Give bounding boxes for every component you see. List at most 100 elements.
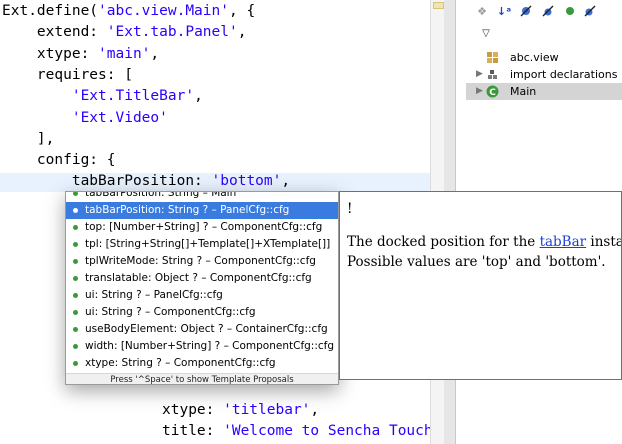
public-member-icon [73,192,78,196]
string-token: 'titlebar' [223,402,311,418]
proposal-label: tpl: [String+String[]+Template[]+XTempla… [85,238,331,250]
proposal-item[interactable]: tabBarPosition: String ? – PanelCfg::cfg [66,202,338,219]
tree-twistie-icon[interactable]: ▶ [476,66,483,83]
code-line[interactable]: requires: [ [2,64,133,86]
proposal-label: top: [Number+String] ? – ComponentCfg::c… [85,221,323,233]
hide-non-public-icon[interactable] [562,4,578,20]
code-line[interactable]: 'Ext.Video' [2,107,168,129]
hide-static-icon[interactable] [540,4,556,20]
code-token: , [194,88,203,105]
proposal-item[interactable]: tabBarPosition: String – Main [66,191,338,202]
proposal-item[interactable]: ui: String ? – ComponentCfg::cfg [66,304,338,321]
view-menu-icon[interactable]: ▽ [478,26,494,42]
hide-fields-icon[interactable] [518,4,534,20]
code-line[interactable]: extend: 'Ext.tab.Panel', [2,21,247,43]
class-icon: C [486,85,499,98]
collapse-all-icon[interactable]: ❖ [474,4,490,20]
string-token: 'Welcome to Sencha Touch 2' [223,423,430,440]
string-token: 'Ext.TitleBar' [71,88,195,105]
string-token: 'Ext.Video' [71,109,168,126]
proposal-label: ui: String ? – ComponentCfg::cfg [85,306,256,318]
string-token: 'bottom' [211,173,282,190]
public-member-icon [73,259,78,264]
code-line[interactable]: tabBarPosition: 'bottom', [2,170,290,192]
proposal-label: tabBarPosition: String ? – PanelCfg::cfg [85,204,290,216]
public-member-icon [73,225,78,230]
string-token: 'abc.view.Main' [98,3,229,19]
code-line[interactable]: Ext.define('abc.view.Main', { [2,0,255,22]
proposal-item[interactable]: top: [Number+String] ? – ComponentCfg::c… [66,219,338,236]
svg-text:C: C [489,88,496,98]
doc-tabbar-link[interactable]: tabBar [540,234,587,250]
outline-item-label: abc.view [510,51,559,64]
outline-item-main[interactable]: ▶ C Main [466,83,622,100]
tree-twistie-icon[interactable]: ▶ [476,83,483,100]
string-token: 'main' [98,45,151,62]
doc-title: ! [347,201,353,217]
code-token: , [150,45,160,62]
public-member-icon [73,344,78,349]
proposal-item[interactable]: translatable: Object ? – ComponentCfg::c… [66,270,338,287]
public-member-icon [73,276,78,281]
imports-icon [486,68,499,81]
popup-status-bar: Press '^Space' to show Template Proposal… [66,373,338,384]
proposal-item[interactable]: width: [Number+String] ? – ComponentCfg:… [66,338,338,355]
doc-description-line-2: Possible values are 'top' and 'bottom'. [347,254,606,270]
code-token: Ext.define( [2,3,99,19]
string-token: 'Ext.tab.Panel' [106,24,238,41]
code-line[interactable]: title: 'Welcome to Sencha Touch 2' [162,420,430,442]
code-token: , [237,24,247,41]
proposal-label: width: [Number+String] ? – ComponentCfg:… [85,340,335,352]
hide-local-types-icon[interactable] [582,4,598,20]
code-token: xtype: [36,45,99,62]
code-token: , { [228,3,256,19]
proposal-label: translatable: Object ? – ComponentCfg::c… [85,272,312,284]
proposal-label: xtype: String ? – ComponentCfg::cfg [85,357,276,369]
proposal-label: ui: String ? – PanelCfg::cfg [85,289,223,301]
overview-ruler-marker[interactable] [433,2,444,9]
proposal-item[interactable]: tplWriteMode: String ? – ComponentCfg::c… [66,253,338,270]
code-token: config: { [36,152,116,169]
public-member-icon [73,327,78,332]
code-line[interactable]: 'Ext.TitleBar', [2,85,203,107]
public-member-icon [73,293,78,298]
code-token: ], [36,130,55,147]
proposal-label: tabBarPosition: String – Main [85,191,237,199]
code-line[interactable]: config: { [2,149,116,171]
proposal-item[interactable]: xtype: String ? – ComponentCfg::cfg [66,355,338,372]
code-token: tabBarPosition: [71,173,212,190]
package-icon [486,51,499,64]
sort-icon[interactable]: ↓ᵃ [496,4,512,20]
outline-item-label: import declarations [510,68,618,81]
public-member-icon [73,208,78,213]
doc-text: The docked position for the [347,234,540,250]
doc-description-line-1: The docked position for the tabBar insta… [347,234,621,250]
code-token: extend: [36,24,107,41]
documentation-popup: ! The docked position for the tabBar ins… [339,191,622,380]
code-line[interactable]: xtype: 'titlebar', [162,399,319,421]
public-member-icon [73,361,78,366]
proposal-item[interactable]: ui: String ? – PanelCfg::cfg [66,287,338,304]
code-token: , [281,173,291,190]
proposal-label: useBodyElement: Object ? – ContainerCfg:… [85,323,328,335]
autocomplete-popup: tabBarPosition: String – Main tabBarPosit… [65,191,339,385]
code-line[interactable]: ], [2,128,54,150]
code-line[interactable]: xtype: 'main', [2,43,159,65]
code-token: xtype: [162,402,224,418]
outline-item-imports[interactable]: ▶ import declarations [466,66,622,83]
proposal-item[interactable]: tpl: [String+String[]+Template[]+XTempla… [66,236,338,253]
proposal-item[interactable]: useBodyElement: Object ? – ContainerCfg:… [66,321,338,338]
doc-text: instance. [590,234,621,250]
code-token: , [310,402,320,418]
public-member-icon [73,242,78,247]
outline-item-package[interactable]: abc.view [466,49,622,66]
code-token: title: [162,423,224,440]
outline-item-label: Main [510,85,537,98]
